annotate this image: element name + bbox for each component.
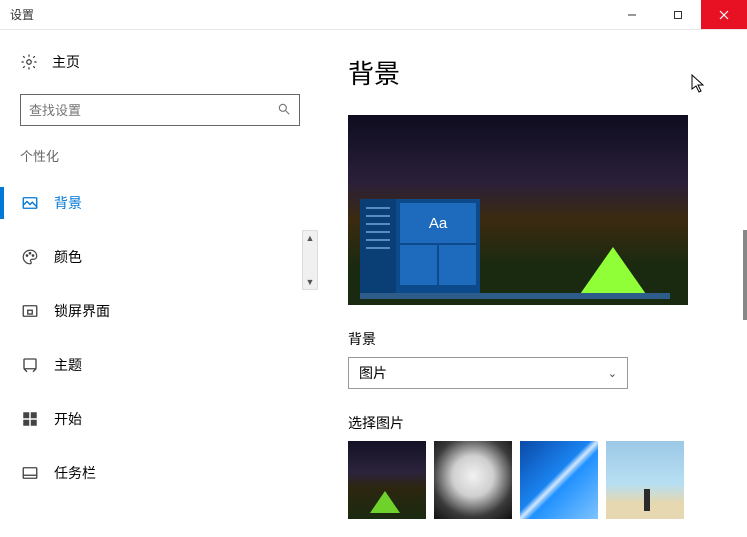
theme-icon <box>20 355 40 375</box>
picture-thumbnail[interactable] <box>348 441 426 519</box>
picture-thumbnail[interactable] <box>520 441 598 519</box>
nav-label: 锁屏界面 <box>54 301 110 321</box>
nav-label: 开始 <box>54 409 82 429</box>
search-input-container[interactable] <box>20 94 300 126</box>
lockscreen-icon <box>20 301 40 321</box>
desktop-preview: Aa <box>348 115 688 305</box>
nav-label: 主题 <box>54 355 82 375</box>
picture-thumbnail[interactable] <box>606 441 684 519</box>
maximize-button[interactable] <box>655 0 701 29</box>
palette-icon <box>20 247 40 267</box>
window-titlebar: 设置 <box>0 0 747 30</box>
section-title: 个性化 <box>20 146 318 165</box>
minimize-button[interactable] <box>609 0 655 29</box>
scroll-up-icon[interactable]: ▲ <box>306 231 315 245</box>
preview-taskbar <box>360 293 670 299</box>
background-field-label: 背景 <box>348 329 717 349</box>
picture-thumbnail[interactable] <box>434 441 512 519</box>
preview-start-menu: Aa <box>360 199 480 293</box>
sidebar-scrollbar[interactable]: ▲ ▼ <box>302 230 318 290</box>
gear-icon <box>20 53 38 71</box>
sidebar: 主页 个性化 背景 颜色 锁屏界面 <box>0 30 318 537</box>
background-type-dropdown[interactable]: 图片 ⌄ <box>348 357 628 389</box>
window-controls <box>609 0 747 29</box>
search-input[interactable] <box>29 103 277 118</box>
nav-item-lockscreen[interactable]: 锁屏界面 <box>20 291 318 331</box>
start-icon <box>20 409 40 429</box>
home-button[interactable]: 主页 <box>20 46 318 78</box>
window-title: 设置 <box>0 6 609 23</box>
nav-item-colors[interactable]: 颜色 <box>20 237 318 277</box>
search-icon <box>277 102 291 119</box>
nav-item-themes[interactable]: 主题 <box>20 345 318 385</box>
page-heading: 背景 <box>348 54 717 91</box>
preview-tile-text: Aa <box>400 203 476 243</box>
content-pane: 背景 Aa 背景 图片 ⌄ 选择图片 <box>318 30 747 537</box>
dropdown-value: 图片 <box>359 363 387 383</box>
nav-item-taskbar[interactable]: 任务栏 <box>20 453 318 493</box>
nav-label: 任务栏 <box>54 463 96 483</box>
nav-label: 颜色 <box>54 247 82 267</box>
choose-picture-label: 选择图片 <box>348 413 717 433</box>
picture-icon <box>20 193 40 213</box>
close-icon <box>719 10 729 20</box>
minimize-icon <box>627 10 637 20</box>
content-scrollbar[interactable] <box>741 30 747 537</box>
close-button[interactable] <box>701 0 747 29</box>
picture-thumbnails <box>348 441 717 519</box>
nav-item-start[interactable]: 开始 <box>20 399 318 439</box>
maximize-icon <box>673 10 683 20</box>
home-label: 主页 <box>52 52 80 72</box>
taskbar-icon <box>20 463 40 483</box>
nav-item-background[interactable]: 背景 <box>20 183 318 223</box>
chevron-down-icon: ⌄ <box>608 367 617 380</box>
nav-label: 背景 <box>54 193 82 213</box>
scroll-down-icon[interactable]: ▼ <box>306 275 315 289</box>
